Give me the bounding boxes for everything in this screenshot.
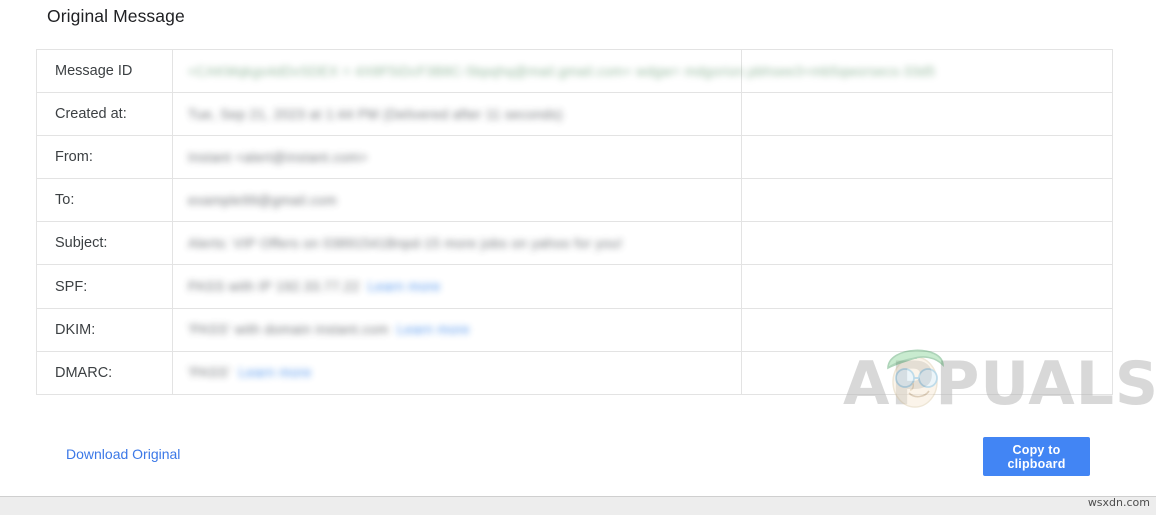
learn-more-link[interactable]: Learn more [239, 365, 312, 380]
row-value: 'PASS' Learn more [172, 350, 742, 395]
redacted-value: 'PASS' [188, 365, 231, 381]
bottom-strip [0, 497, 1156, 515]
redacted-value: Tue, Sep 21, 2023 at 1:44 PM (Delivered … [188, 106, 563, 122]
message-details-body: Message ID <CAKMqkgs4dDvSDEX = 4X8F5iDcF3… [36, 48, 1113, 395]
table-row: From: Instant <alert@instant.com> [36, 135, 1113, 180]
row-value: PASS with IP 192.33.77.22 Learn more [172, 264, 742, 309]
row-extra [741, 264, 1113, 309]
row-extra [741, 92, 1113, 137]
download-original-link[interactable]: Download Original [66, 446, 180, 462]
redacted-value: <CAKMqkgs4dDvSDEX = 4X8F5iDcF3B8C-5bpqhq… [188, 63, 936, 79]
message-details-table: Message ID <CAKMqkgs4dDvSDEX = 4X8F5iDcF3… [36, 48, 1113, 395]
table-row: Message ID <CAKMqkgs4dDvSDEX = 4X8F5iDcF3… [36, 48, 1113, 94]
row-value: Tue, Sep 21, 2023 at 1:44 PM (Delivered … [172, 92, 742, 137]
table-row: SPF: PASS with IP 192.33.77.22 Learn more [36, 264, 1113, 309]
row-value: 'PASS' with domain instant.com Learn more [172, 307, 742, 352]
original-message-page: Original Message Message ID <CAKMqkgs4dDv… [0, 0, 1156, 515]
learn-more-link[interactable]: Learn more [397, 322, 470, 337]
row-extra [741, 135, 1113, 180]
row-value: Instant <alert@instant.com> [172, 135, 742, 180]
row-value: example99@gmail.com [172, 178, 742, 223]
row-label: SPF: [36, 264, 173, 309]
row-label: Message ID [36, 48, 173, 94]
row-label: Subject: [36, 221, 173, 266]
page-title: Original Message [47, 6, 185, 26]
table-row: To: example99@gmail.com [36, 178, 1113, 223]
learn-more-link[interactable]: Learn more [368, 279, 441, 294]
row-value: Alerts: VIP Offers on 03891541Bnpd-15 mo… [172, 221, 742, 266]
row-label: Created at: [36, 92, 173, 137]
row-label: To: [36, 178, 173, 223]
redacted-value: PASS with IP 192.33.77.22 [188, 279, 360, 295]
site-credit: wsxdn.com [1087, 496, 1150, 509]
redacted-value: example99@gmail.com [188, 193, 337, 208]
row-label: From: [36, 135, 173, 180]
row-label: DMARC: [36, 350, 173, 395]
row-label: DKIM: [36, 307, 173, 352]
redacted-value: 'PASS' with domain instant.com [188, 322, 389, 338]
copy-to-clipboard-button[interactable]: Copy to clipboard [983, 437, 1090, 476]
row-extra [741, 307, 1113, 352]
table-row: DMARC: 'PASS' Learn more [36, 350, 1113, 395]
redacted-value: Alerts: VIP Offers on 03891541Bnpd-15 mo… [188, 236, 623, 252]
row-value: <CAKMqkgs4dDvSDEX = 4X8F5iDcF3B8C-5bpqhq… [172, 48, 935, 94]
table-row: Subject: Alerts: VIP Offers on 03891541Bn… [36, 221, 1113, 266]
row-extra [741, 221, 1113, 266]
table-row: DKIM: 'PASS' with domain instant.com Learn… [36, 307, 1113, 352]
row-extra [741, 350, 1113, 395]
row-extra [741, 178, 1113, 223]
redacted-value: Instant <alert@instant.com> [188, 149, 368, 165]
table-row: Created at: Tue, Sep 21, 2023 at 1:44 PM … [36, 92, 1113, 137]
